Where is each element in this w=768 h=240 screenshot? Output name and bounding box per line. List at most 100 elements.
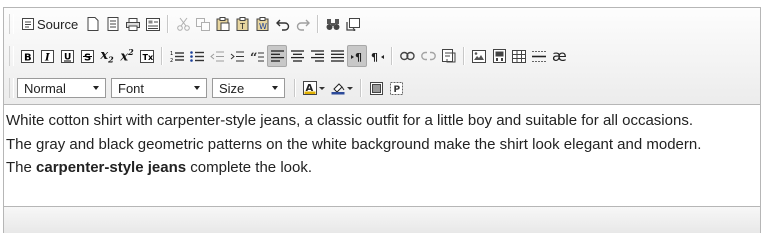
toolbar-row-1: Source T W: [7, 11, 363, 37]
replace-button[interactable]: [343, 13, 363, 35]
superscript-glyph: x: [120, 49, 129, 65]
content-text: complete the look.: [186, 159, 312, 176]
anchor-button[interactable]: [439, 45, 459, 67]
templates-icon: [146, 17, 161, 31]
flash-button[interactable]: [489, 45, 509, 67]
paste-word-button[interactable]: W: [253, 13, 273, 35]
undo-button[interactable]: [273, 13, 293, 35]
find-button[interactable]: [323, 13, 343, 35]
svg-text:“: “: [250, 51, 257, 63]
rich-text-editor: Source T W B I U S x2 x2 Tx 1 2 “ ¶ ¶ æ …: [3, 7, 761, 233]
svg-text:1: 1: [170, 51, 173, 57]
align-center-button[interactable]: [287, 45, 307, 67]
blockquote-button[interactable]: “: [247, 45, 267, 67]
format-select[interactable]: Normal: [17, 78, 106, 98]
svg-text:¶: ¶: [371, 51, 378, 63]
format-select-value: Normal: [24, 80, 66, 96]
paste-text-button[interactable]: T: [233, 13, 253, 35]
paste-text-icon: T: [236, 17, 249, 31]
bold-icon: B: [20, 49, 34, 63]
rtl-button[interactable]: ¶: [367, 45, 387, 67]
source-button[interactable]: Source: [17, 13, 83, 35]
toolbar-separator: [360, 79, 362, 97]
remove-format-button[interactable]: Tx: [137, 45, 157, 67]
blockquote-icon: “: [250, 51, 264, 63]
maximize-button[interactable]: [366, 77, 386, 99]
subscript-button[interactable]: x2: [97, 45, 117, 67]
cut-button[interactable]: [173, 13, 193, 35]
print-button[interactable]: [123, 13, 143, 35]
copy-button[interactable]: [193, 13, 213, 35]
horizontal-rule-button[interactable]: [529, 45, 549, 67]
numbered-list-button[interactable]: 12: [167, 45, 187, 67]
align-justify-icon: [330, 50, 344, 62]
bold-button[interactable]: B: [17, 45, 37, 67]
align-right-icon: [310, 50, 324, 62]
content-line: The gray and black geometric patterns on…: [6, 135, 702, 153]
horizontal-rule-icon: [532, 50, 546, 62]
superscript-button[interactable]: x2: [117, 45, 137, 67]
ltr-button[interactable]: ¶: [347, 45, 367, 67]
editor-status-bar: [4, 206, 760, 233]
align-left-button[interactable]: [267, 45, 287, 67]
underline-button[interactable]: U: [57, 45, 77, 67]
source-icon: [22, 18, 34, 30]
italic-button[interactable]: I: [37, 45, 57, 67]
strikethrough-button[interactable]: S: [77, 45, 97, 67]
content-line: The carpenter-style jeans complete the l…: [6, 156, 758, 180]
image-button[interactable]: [469, 45, 489, 67]
unlink-icon: [421, 51, 436, 61]
editor-content[interactable]: White cotton shirt with carpenter-style …: [4, 105, 760, 206]
remove-format-icon: Tx: [140, 49, 154, 63]
font-select[interactable]: Font: [111, 78, 207, 98]
print-icon: [126, 17, 141, 31]
toolbar-grip: [9, 14, 14, 34]
show-blocks-button[interactable]: P: [386, 77, 406, 99]
special-char-button[interactable]: æ: [549, 45, 570, 67]
svg-text:2: 2: [170, 58, 173, 63]
toolbar-separator: [167, 15, 170, 33]
justify-button[interactable]: [327, 45, 347, 67]
bulleted-list-button[interactable]: [187, 45, 207, 67]
indent-icon: [230, 51, 244, 61]
redo-button[interactable]: [293, 13, 313, 35]
toolbar-separator: [463, 47, 465, 65]
text-color-button[interactable]: A: [300, 77, 328, 99]
subscript-glyph: x: [100, 47, 109, 63]
svg-text:I: I: [44, 52, 50, 63]
source-button-label: Source: [37, 16, 79, 32]
increase-indent-button[interactable]: [227, 45, 247, 67]
size-select[interactable]: Size: [212, 78, 285, 98]
unlink-button[interactable]: [418, 45, 439, 67]
link-button[interactable]: [397, 45, 418, 67]
flash-icon: [492, 49, 506, 63]
show-blocks-icon: P: [389, 81, 403, 95]
templates-button[interactable]: [143, 13, 163, 35]
svg-text:B: B: [24, 52, 32, 63]
background-color-button[interactable]: [328, 77, 356, 99]
content-text: The: [6, 159, 37, 176]
paste-button[interactable]: [213, 13, 233, 35]
outdent-icon: [210, 51, 224, 61]
link-icon: [400, 51, 415, 61]
toolbar-grip: [9, 78, 14, 98]
table-button[interactable]: [509, 45, 529, 67]
preview-button[interactable]: [103, 13, 123, 35]
font-select-value: Font: [118, 80, 145, 96]
toolbar-separator: [161, 47, 163, 65]
new-page-button[interactable]: [83, 13, 103, 35]
align-left-icon: [270, 50, 284, 62]
svg-text:P: P: [393, 85, 400, 95]
preview-icon: [107, 17, 119, 31]
toolbar-row-2: B I U S x2 x2 Tx 12 “ ¶ ¶ æ: [7, 43, 570, 69]
maximize-icon: [369, 81, 383, 95]
anchor-icon: [442, 49, 456, 63]
text-direction-rtl-icon: ¶: [371, 51, 384, 63]
align-right-button[interactable]: [307, 45, 327, 67]
italic-icon: I: [40, 49, 54, 63]
image-icon: [472, 49, 486, 63]
background-color-icon: [331, 83, 345, 95]
underline-icon: U: [60, 49, 74, 63]
svg-text:S: S: [84, 52, 91, 63]
decrease-indent-button[interactable]: [207, 45, 227, 67]
